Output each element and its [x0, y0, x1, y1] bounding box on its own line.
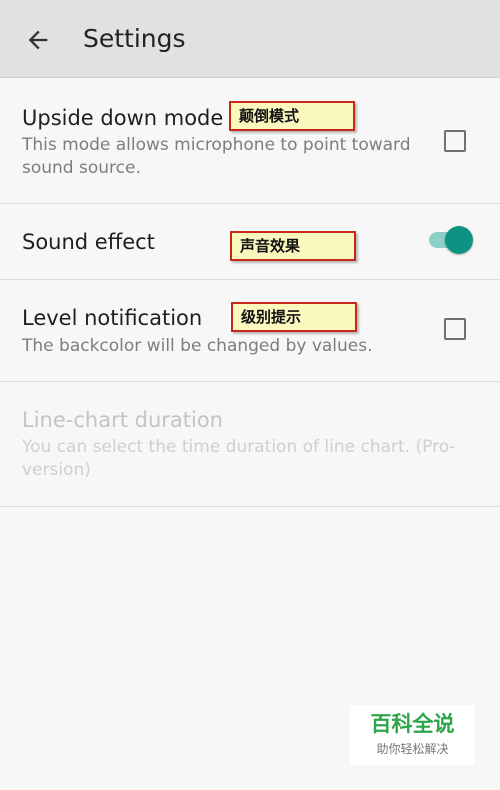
- watermark-title: 百科全说: [370, 712, 455, 736]
- app-bar: Settings: [0, 0, 500, 78]
- pref-title: Line-chart duration: [22, 408, 223, 432]
- annotation-upside-down-mode: 颠倒模式: [229, 101, 355, 131]
- upside-down-mode-checkbox[interactable]: [444, 130, 466, 152]
- pref-summary: You can select the time duration of line…: [22, 437, 456, 480]
- page-title: Settings: [83, 24, 186, 53]
- switch-thumb: [445, 226, 473, 254]
- pref-upside-down-mode[interactable]: Upside down mode This mode allows microp…: [0, 78, 500, 204]
- sound-effect-switch[interactable]: [426, 224, 474, 256]
- pref-summary: The backcolor will be changed by values.: [22, 336, 373, 356]
- arrow-left-icon: [28, 30, 48, 50]
- pref-title: Upside down mode: [22, 106, 224, 130]
- annotation-level-notification: 级别提示: [231, 302, 357, 332]
- annotation-sound-effect: 声音效果: [230, 231, 356, 261]
- pref-line-chart-duration: Line-chart duration You can select the t…: [0, 382, 500, 507]
- level-notification-checkbox[interactable]: [444, 318, 466, 340]
- back-button[interactable]: [18, 20, 58, 60]
- pref-title: Level notification: [22, 306, 203, 330]
- pref-summary: This mode allows microphone to point tow…: [22, 135, 411, 178]
- watermark-subtitle: 助你轻松解决: [376, 742, 449, 756]
- watermark-logo: 百科全说 助你轻松解决: [350, 705, 475, 765]
- pref-title: Sound effect: [22, 230, 155, 254]
